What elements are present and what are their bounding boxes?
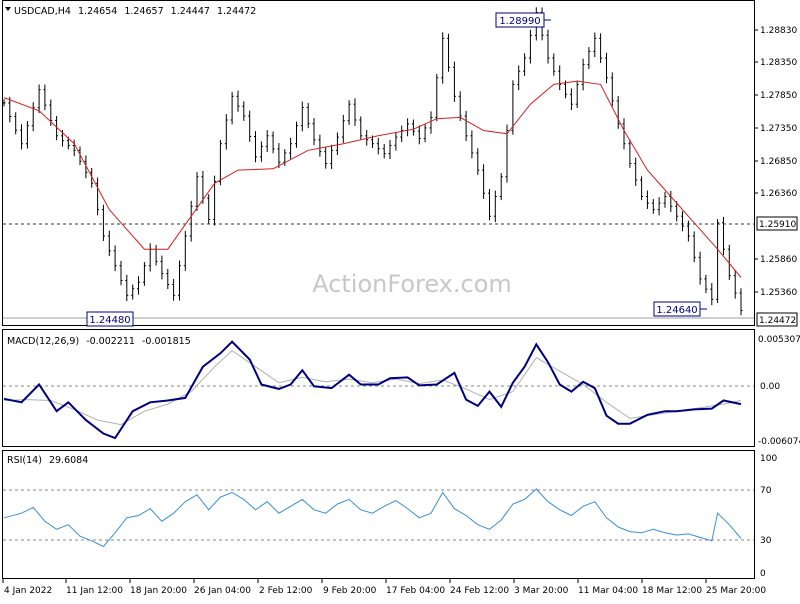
price-tick: 1.27850	[760, 91, 797, 101]
macd-signal-value: -0.001815	[142, 336, 191, 347]
current-price-text: 1.24472	[759, 316, 796, 326]
annotation-low-jan-label: 1.24480	[89, 315, 130, 326]
time-tick: 18 Mar 12:00	[642, 586, 702, 596]
price-tick: 1.26360	[760, 189, 797, 199]
chart-stage: ActionForex.com USDCAD,H4 1.24654 1.2465…	[0, 0, 800, 600]
time-tick: 17 Feb 04:00	[386, 586, 445, 596]
time-tick: 11 Jan 12:00	[66, 586, 123, 596]
time-tick: 2 Feb 12:00	[259, 586, 313, 596]
time-tick: 11 Mar 04:00	[578, 586, 638, 596]
time-tick: 25 Mar 20:00	[706, 586, 766, 596]
chart-svg: ActionForex.com USDCAD,H4 1.24654 1.2465…	[2, 0, 800, 596]
price-tick: 1.25860	[760, 255, 797, 265]
time-axis: 4 Jan 2022 11 Jan 12:00 18 Jan 20:00 26 …	[4, 586, 766, 596]
annotation-high: 1.28990	[495, 12, 551, 28]
annotation-low-mar: 1.24640	[653, 301, 707, 317]
macd-panel-frame	[2, 329, 755, 447]
resistance-level-text: 1.25910	[759, 220, 796, 230]
macd-panel-title: MACD(12,26,9) -0.002211 -0.001815	[7, 336, 191, 347]
macd-tick-top: 0.005307	[758, 335, 800, 345]
annotation-low-mar-label: 1.24640	[656, 305, 697, 316]
ohlc-close: 1.24472	[217, 6, 256, 17]
rsi-label: RSI(14)	[7, 455, 42, 466]
watermark: ActionForex.com	[312, 270, 512, 298]
price-panel-title: USDCAD,H4 1.24654 1.24657 1.24447 1.2447…	[14, 6, 256, 17]
time-tick: 18 Jan 20:00	[130, 586, 187, 596]
time-tick: 26 Jan 04:00	[194, 586, 251, 596]
current-price-label: 1.24472	[756, 312, 798, 327]
macd-value: -0.002211	[86, 336, 135, 347]
rsi-tick-100: 100	[760, 454, 777, 464]
time-tick: 4 Jan 2022	[4, 586, 52, 596]
price-tick: 1.25360	[760, 288, 797, 298]
macd-label: MACD(12,26,9)	[7, 336, 79, 347]
price-tick: 1.28350	[760, 58, 797, 68]
ohlc-high: 1.24657	[124, 6, 163, 17]
ohlc-low: 1.24447	[171, 6, 210, 17]
price-tick: 1.27350	[760, 124, 797, 134]
rsi-tick-0: 0	[760, 569, 766, 579]
annotation-high-label: 1.28990	[499, 16, 540, 27]
rsi-panel-frame	[2, 450, 755, 579]
rsi-tick-70: 70	[760, 486, 772, 496]
symbol-label: USDCAD,H4	[14, 6, 71, 17]
time-tick: 9 Feb 20:00	[323, 586, 377, 596]
rsi-value: 29.6084	[49, 455, 88, 466]
time-axis-ticks	[2, 579, 707, 583]
macd-tick-zero: 0.00	[760, 382, 780, 392]
time-tick: 3 Mar 20:00	[514, 586, 569, 596]
rsi-tick-30: 30	[760, 536, 772, 546]
ohlc-open: 1.24654	[78, 6, 117, 17]
annotation-low-jan: 1.24480	[86, 311, 134, 327]
resistance-level-label: 1.25910	[756, 216, 798, 231]
macd-tick-bottom: -0.006074	[758, 437, 800, 447]
time-tick: 24 Feb 12:00	[450, 586, 509, 596]
price-tick: 1.28830	[760, 26, 797, 36]
price-axis: 1.28830 1.28350 1.27850 1.27350 1.26850 …	[760, 26, 797, 298]
price-tick: 1.26850	[760, 157, 797, 167]
